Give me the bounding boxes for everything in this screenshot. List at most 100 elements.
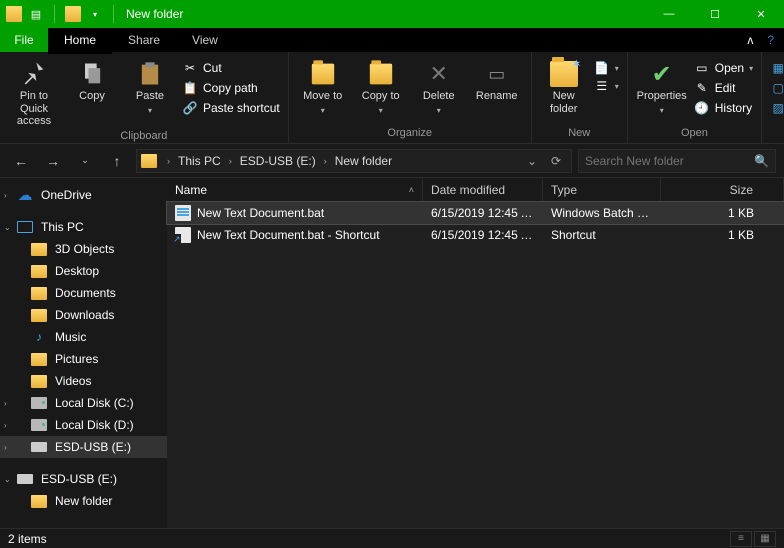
nav-esd-usb-root[interactable]: ⌄ESD-USB (E:) <box>0 468 167 490</box>
file-type: Shortcut <box>543 228 661 242</box>
status-text: 2 items <box>8 532 47 546</box>
chevron-right-icon[interactable]: › <box>163 156 174 166</box>
refresh-icon[interactable]: ⟳ <box>545 154 567 168</box>
monitor-icon <box>16 219 34 235</box>
table-row[interactable]: New Text Document.bat6/15/2019 12:45 AMW… <box>167 202 784 224</box>
nav-this-pc[interactable]: ⌄This PC <box>0 216 167 238</box>
column-size[interactable]: Size <box>661 178 784 201</box>
scissors-icon: ✂ <box>182 60 198 76</box>
search-icon: 🔍 <box>754 154 769 168</box>
cut-button[interactable]: ✂Cut <box>182 60 280 76</box>
close-button[interactable]: ✕ <box>738 0 784 28</box>
minimize-button[interactable]: — <box>646 0 692 28</box>
file-name: New Text Document.bat - Shortcut <box>197 228 380 242</box>
nav-item[interactable]: Documents <box>0 282 167 304</box>
nav-item[interactable]: Downloads <box>0 304 167 326</box>
forward-button[interactable]: → <box>40 148 66 174</box>
nav-item[interactable]: Local Disk (C:)› <box>0 392 167 414</box>
search-box[interactable]: 🔍 <box>578 149 776 173</box>
nav-onedrive[interactable]: ›☁OneDrive <box>0 184 167 206</box>
properties-button[interactable]: ✔Properties▾ <box>636 56 688 115</box>
new-folder-button[interactable]: New folder <box>540 56 588 115</box>
delete-icon: ✕ <box>425 60 453 88</box>
rename-icon: ▭ <box>483 60 511 88</box>
breadcrumb[interactable]: ESD-USB (E:) <box>238 154 318 168</box>
select-none-button[interactable]: ▢Select none <box>770 80 784 96</box>
view-large-icon[interactable]: ▦ <box>754 531 776 547</box>
paste-button[interactable]: Paste ▾ <box>124 56 176 115</box>
status-bar: 2 items ≡ ▦ <box>0 528 784 548</box>
qat-properties-icon[interactable]: ▤ <box>28 8 44 21</box>
tab-view[interactable]: View <box>176 28 234 52</box>
file-size: 1 KB <box>661 228 784 242</box>
back-button[interactable]: ← <box>8 148 34 174</box>
column-type[interactable]: Type <box>543 178 661 201</box>
chevron-right-icon[interactable]: › <box>225 156 236 166</box>
breadcrumb[interactable]: This PC <box>176 154 223 168</box>
edit-button[interactable]: ✎Edit <box>694 80 753 96</box>
nav-item[interactable]: 3D Objects <box>0 238 167 260</box>
history-button[interactable]: 🕘History <box>694 100 753 116</box>
rename-button[interactable]: ▭Rename <box>471 56 523 103</box>
caret-icon[interactable]: ⌄ <box>4 475 11 484</box>
view-details-icon[interactable]: ≡ <box>730 531 752 547</box>
new-item-button[interactable]: 📄▾ <box>594 60 619 76</box>
nav-item[interactable]: Desktop <box>0 260 167 282</box>
easy-access-icon: ☰ <box>594 78 610 94</box>
help-icon[interactable]: ? <box>767 33 774 47</box>
navigation-pane[interactable]: ›☁OneDrive ⌄This PC 3D ObjectsDesktopDoc… <box>0 178 167 528</box>
nav-item[interactable]: Local Disk (D:)› <box>0 414 167 436</box>
select-none-icon: ▢ <box>770 80 784 96</box>
nav-new-folder[interactable]: New folder <box>0 490 167 512</box>
invert-selection-button[interactable]: ▨Invert selection <box>770 100 784 116</box>
column-name[interactable]: Name˄ <box>167 178 423 201</box>
nav-item[interactable]: ♪Music <box>0 326 167 348</box>
search-input[interactable] <box>585 154 754 168</box>
caret-icon[interactable]: ⌄ <box>4 223 11 232</box>
up-button[interactable]: ↑ <box>104 148 130 174</box>
chevron-right-icon[interactable]: › <box>320 156 331 166</box>
tab-file[interactable]: File <box>0 28 48 52</box>
ribbon-collapse-icon[interactable]: ʌ <box>747 33 753 47</box>
caret-icon[interactable]: › <box>4 191 7 200</box>
paste-shortcut-button[interactable]: 🔗Paste shortcut <box>182 100 280 116</box>
paste-icon <box>136 60 164 88</box>
tab-home[interactable]: Home <box>48 28 112 52</box>
copy-path-button[interactable]: 📋Copy path <box>182 80 280 96</box>
file-rows[interactable]: New Text Document.bat6/15/2019 12:45 AMW… <box>167 202 784 528</box>
nav-item[interactable]: ESD-USB (E:)› <box>0 436 167 458</box>
move-to-button[interactable]: Move to▾ <box>297 56 349 115</box>
easy-access-button[interactable]: ☰▾ <box>594 78 619 94</box>
caret-icon[interactable]: › <box>4 399 7 408</box>
open-icon: ▭ <box>694 60 710 76</box>
maximize-button[interactable]: ☐ <box>692 0 738 28</box>
folder-icon <box>141 154 157 168</box>
qat-dropdown-icon[interactable]: ▾ <box>87 10 103 19</box>
caret-icon[interactable]: › <box>4 421 7 430</box>
delete-button[interactable]: ✕Delete▾ <box>413 56 465 115</box>
pin-to-quick-access-button[interactable]: Pin to Quick access <box>8 56 60 128</box>
invert-icon: ▨ <box>770 100 784 116</box>
chevron-down-icon[interactable]: ▾ <box>148 106 152 115</box>
tab-share[interactable]: Share <box>112 28 176 52</box>
app-icon <box>6 6 22 22</box>
file-icon <box>175 227 191 243</box>
cloud-icon: ☁ <box>16 187 34 203</box>
breadcrumb[interactable]: New folder <box>333 154 394 168</box>
nav-item[interactable]: Pictures <box>0 348 167 370</box>
address-dropdown-icon[interactable]: ⌄ <box>521 154 543 168</box>
group-label: New <box>540 125 619 141</box>
qat-newfolder-icon[interactable] <box>65 6 81 22</box>
drive-icon <box>30 417 48 433</box>
copy-button[interactable]: Copy <box>66 56 118 103</box>
recent-dropdown[interactable]: ⌄ <box>72 148 98 174</box>
select-all-button[interactable]: ▦Select all <box>770 60 784 76</box>
file-type: Windows Batch File <box>543 206 661 220</box>
nav-item[interactable]: Videos <box>0 370 167 392</box>
copy-to-button[interactable]: Copy to▾ <box>355 56 407 115</box>
table-row[interactable]: New Text Document.bat - Shortcut6/15/201… <box>167 224 784 246</box>
open-button[interactable]: ▭Open ▾ <box>694 60 753 76</box>
caret-icon[interactable]: › <box>4 443 7 452</box>
address-bar[interactable]: › This PC › ESD-USB (E:) › New folder ⌄ … <box>136 149 572 173</box>
column-date[interactable]: Date modified <box>423 178 543 201</box>
